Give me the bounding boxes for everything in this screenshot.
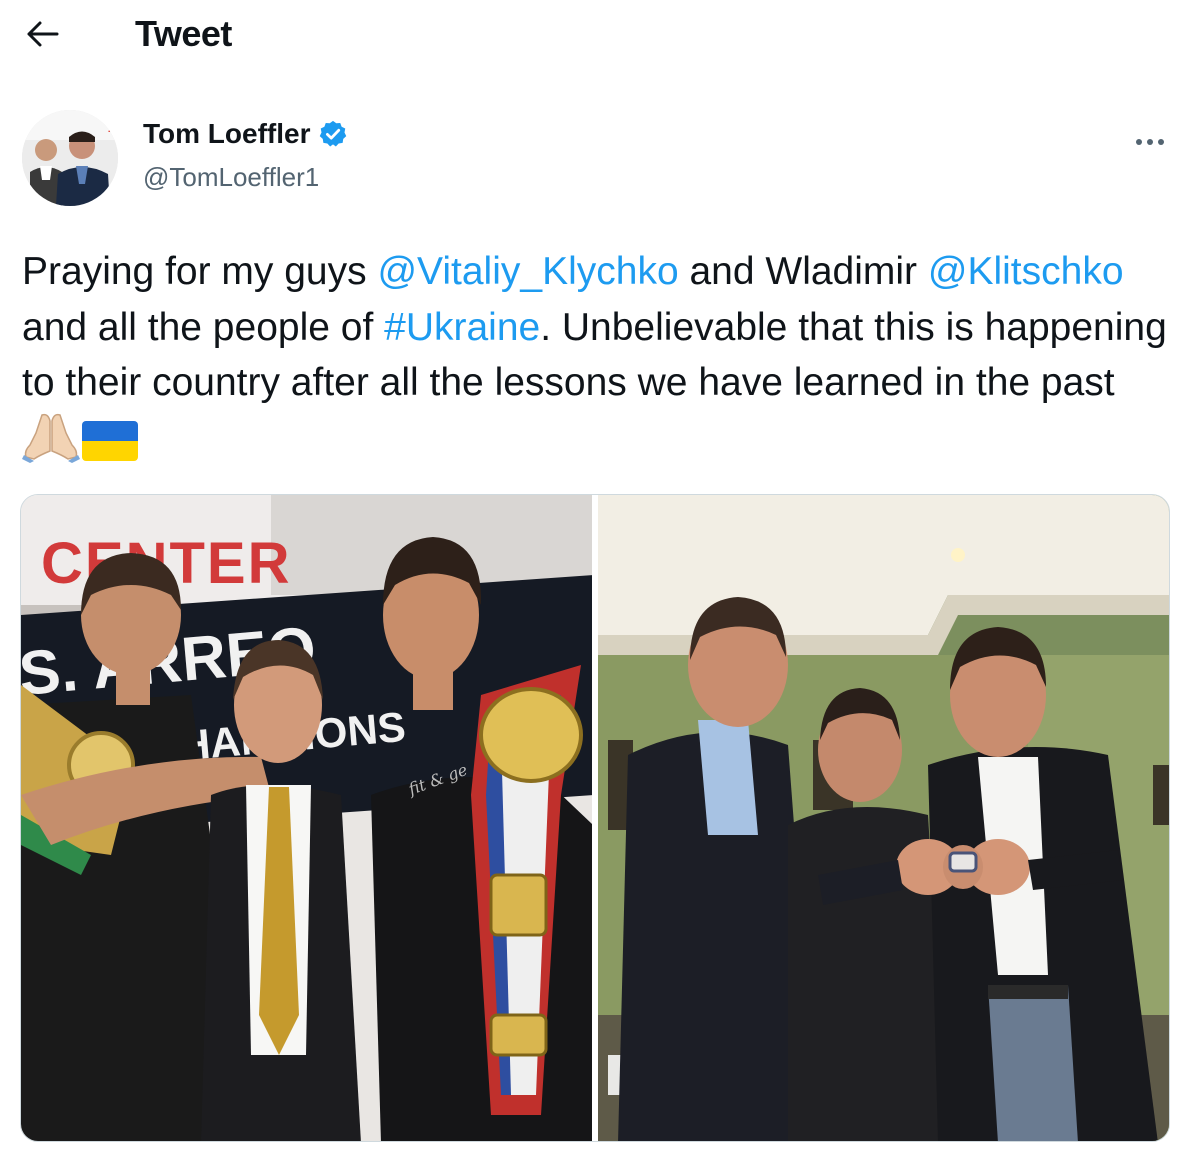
tweet-text-part: Praying for my guys (22, 250, 378, 293)
photo-restaurant[interactable] (598, 495, 1169, 1141)
mention-link-vitaliy[interactable]: @Vitaliy_Klychko (377, 250, 678, 293)
avatar[interactable]: A (22, 110, 118, 206)
back-button[interactable] (22, 14, 62, 54)
top-bar: Tweet (0, 0, 1200, 70)
author-handle[interactable]: @TomLoeffler1 (143, 162, 319, 193)
arrow-left-icon (27, 21, 59, 47)
ukraine-flag-emoji-icon (82, 420, 138, 461)
more-horizontal-icon (1136, 139, 1164, 145)
tweet-text-part: and Wladimir (678, 250, 928, 293)
author-name-text: Tom Loeffler (143, 118, 311, 149)
tweet-author: A Tom Loeffler @TomLoeffler1 (0, 100, 1200, 220)
verified-badge-icon (320, 120, 347, 147)
page-title: Tweet (135, 13, 232, 54)
avatar-letter: A (108, 121, 117, 135)
more-options-button[interactable] (1130, 122, 1170, 162)
mention-link-klitschko[interactable]: @Klitschko (928, 250, 1124, 293)
tweet-text-part: and all the people of (22, 305, 385, 349)
author-name[interactable]: Tom Loeffler (143, 118, 348, 150)
photo-press-event[interactable]: CENTER S. ARREO CHAMPIONS (21, 495, 592, 1141)
tweet-text: Praying for my guys @Vitaliy_Klychko and… (22, 244, 1172, 470)
tweet-media: CENTER S. ARREO CHAMPIONS (20, 494, 1170, 1142)
folded-hands-emoji-icon (22, 413, 80, 463)
hashtag-link-ukraine[interactable]: #Ukraine (384, 306, 540, 349)
